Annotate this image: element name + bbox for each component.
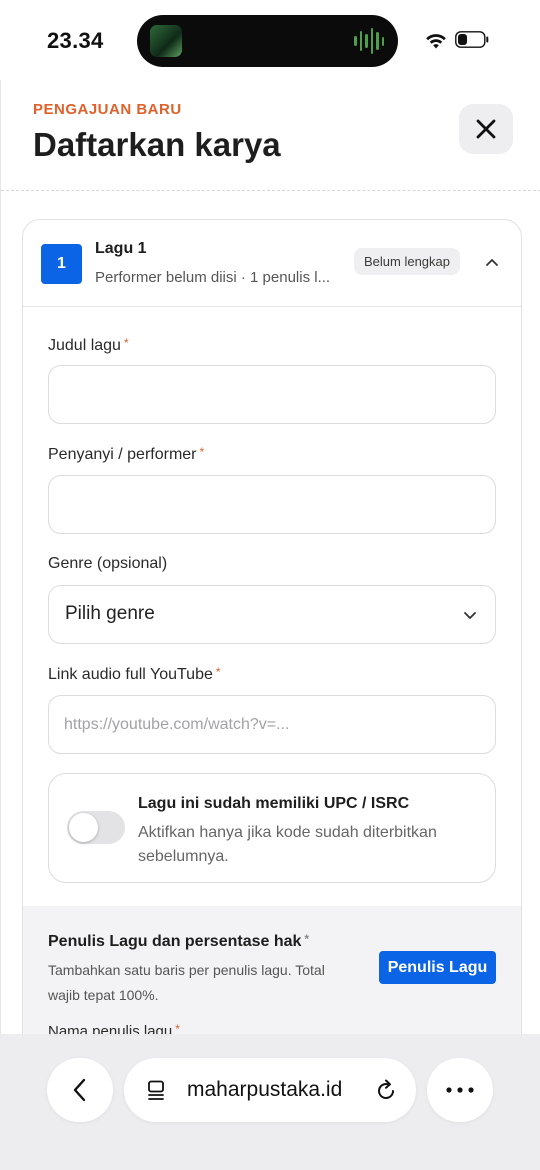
reader-icon bbox=[148, 1080, 164, 1100]
more-icon bbox=[446, 1087, 474, 1093]
browser-toolbar: maharpustaka.id bbox=[0, 1034, 540, 1170]
song-title-field[interactable] bbox=[48, 365, 496, 424]
writers-description: Tambahkan satu baris per penulis lagu. T… bbox=[48, 962, 325, 1003]
performer-label-text: Penyanyi / performer bbox=[48, 446, 197, 463]
music-thumbnail-icon bbox=[150, 25, 182, 57]
performer-input[interactable] bbox=[49, 476, 495, 533]
genre-select[interactable]: Pilih genre bbox=[48, 585, 496, 644]
isrc-toggle-title: Lagu ini sudah memiliki UPC / ISRC bbox=[138, 795, 410, 812]
close-button[interactable] bbox=[459, 104, 513, 154]
youtube-link-input[interactable] bbox=[49, 696, 495, 753]
required-mark: * bbox=[215, 665, 221, 679]
writers-title-text: Penulis Lagu dan persentase hak bbox=[48, 933, 302, 950]
song-number-badge: 1 bbox=[41, 244, 82, 284]
wifi-icon bbox=[426, 34, 446, 49]
back-button[interactable] bbox=[47, 1058, 113, 1122]
song-title-input[interactable] bbox=[49, 366, 495, 423]
url-text: maharpustaka.id bbox=[187, 1078, 343, 1101]
youtube-label: Link audio full YouTube * bbox=[48, 665, 221, 684]
performer-field[interactable] bbox=[48, 475, 496, 534]
required-mark: * bbox=[304, 932, 310, 946]
submission-sheet: PENGAJUAN BARU Daftarkan karya 1 Lagu 1 … bbox=[0, 80, 540, 1040]
genre-label: Genre (opsional) bbox=[48, 555, 168, 572]
status-badge: Belum lengkap bbox=[354, 248, 460, 275]
add-writer-button[interactable]: Penulis Lagu bbox=[379, 951, 496, 984]
status-bar: 23.34 bbox=[0, 0, 540, 80]
audio-wave-icon bbox=[354, 27, 384, 55]
isrc-toggle-switch[interactable] bbox=[67, 811, 125, 844]
required-mark: * bbox=[199, 445, 205, 459]
title-label: Judul lagu * bbox=[48, 336, 129, 355]
status-time: 23.34 bbox=[47, 28, 104, 53]
sheet-eyebrow: PENGAJUAN BARU bbox=[33, 101, 182, 118]
page-title: Daftarkan karya bbox=[33, 126, 281, 163]
chevron-down-icon bbox=[464, 612, 476, 619]
writers-title: Penulis Lagu dan persentase hak * bbox=[48, 932, 309, 951]
chevron-up-icon[interactable] bbox=[482, 252, 502, 272]
song-name: Lagu 1 bbox=[95, 240, 147, 257]
song-meta: Performer belum diisi · 1 penulis l... bbox=[95, 269, 331, 286]
header-divider bbox=[1, 190, 540, 191]
song-card-header[interactable]: 1 Lagu 1 Performer belum diisi · 1 penul… bbox=[23, 220, 521, 307]
isrc-toggle-card: Lagu ini sudah memiliki UPC / ISRC Aktif… bbox=[48, 773, 496, 883]
toggle-knob bbox=[69, 813, 98, 842]
battery-icon bbox=[455, 31, 489, 48]
genre-selected-value: Pilih genre bbox=[65, 603, 155, 624]
required-mark: * bbox=[123, 336, 129, 350]
writers-section: Penulis Lagu dan persentase hak * Tambahk… bbox=[23, 906, 521, 1040]
more-button[interactable] bbox=[427, 1058, 493, 1122]
address-bar[interactable]: maharpustaka.id bbox=[124, 1058, 416, 1122]
youtube-link-field[interactable] bbox=[48, 695, 496, 754]
isrc-toggle-description: Aktifkan hanya jika kode sudah diterbitk… bbox=[138, 824, 437, 865]
reload-icon[interactable] bbox=[374, 1078, 398, 1102]
performer-label: Penyanyi / performer * bbox=[48, 445, 204, 464]
youtube-label-text: Link audio full YouTube bbox=[48, 666, 213, 683]
back-arrow-icon bbox=[73, 1078, 86, 1102]
dynamic-island[interactable] bbox=[137, 15, 398, 67]
title-label-text: Judul lagu bbox=[48, 337, 121, 354]
song-card: 1 Lagu 1 Performer belum diisi · 1 penul… bbox=[22, 219, 522, 1040]
close-icon bbox=[476, 119, 496, 139]
